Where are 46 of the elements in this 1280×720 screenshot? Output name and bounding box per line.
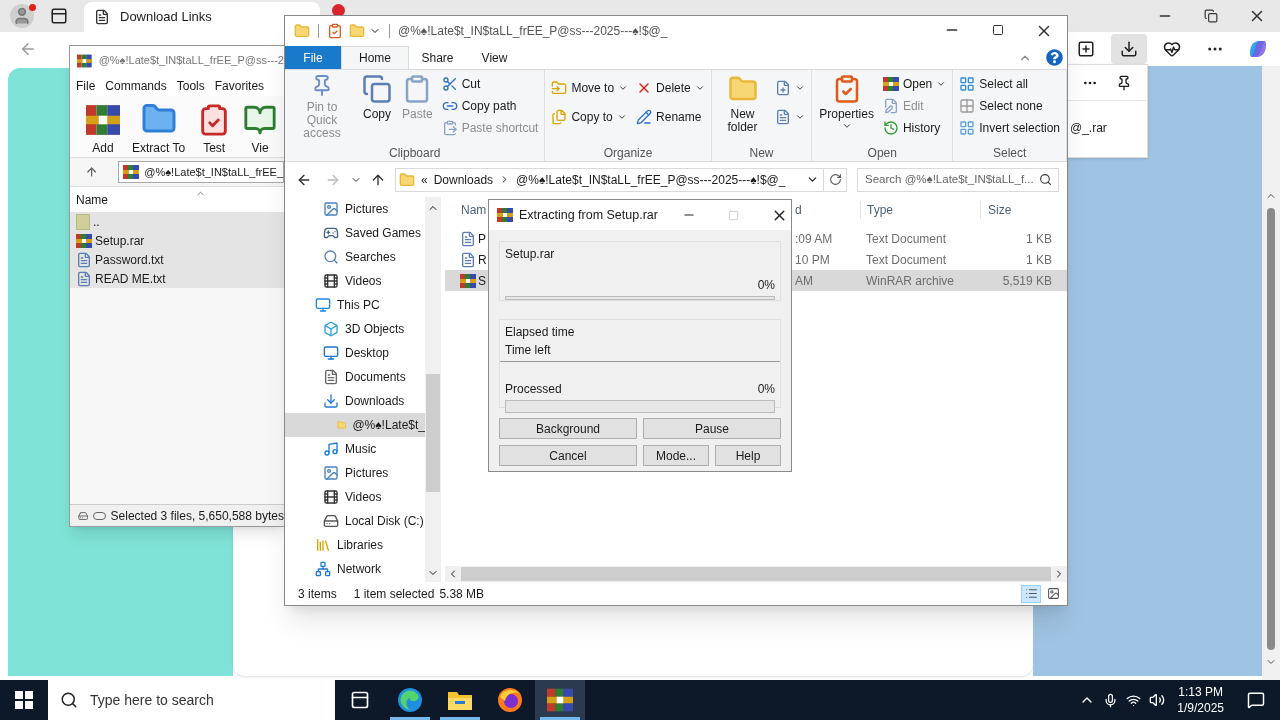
nav-label: Downloads — [345, 393, 405, 410]
percent-text: 0% — [757, 277, 775, 294]
nav-label: 3D Objects — [345, 321, 405, 338]
size-cell-text: 5,519 KB — [1001, 272, 1053, 290]
date-cell-text: AM — [794, 272, 814, 290]
type-cell-text: Text Document — [865, 251, 948, 269]
type-cell-text: WinRAR archive — [865, 272, 956, 290]
nav-label: Local Disk (C:) — [345, 513, 424, 530]
file-name: P — [478, 230, 486, 248]
date-cell-text: :09 AM — [794, 230, 834, 248]
group-label: Organize — [602, 145, 654, 161]
nav-label: Network — [337, 561, 381, 578]
nav-label: Pictures — [345, 465, 389, 482]
percent-text: 0% — [757, 381, 775, 398]
nav-label: Saved Games — [345, 225, 422, 242]
group-label: New — [748, 145, 775, 161]
status-text: 1 item selected — [353, 585, 435, 603]
status-text: Selected 3 files, 5,650,588 bytes — [110, 507, 284, 525]
status-text: 3 items — [298, 585, 337, 603]
file-name: S — [478, 272, 486, 290]
group-label: Clipboard — [388, 145, 442, 161]
nav-label: Videos — [345, 489, 382, 506]
size-cell-text: 1 KB — [1025, 251, 1053, 269]
nav-label: Videos — [345, 273, 382, 290]
file-name: R — [478, 251, 487, 269]
nav-label: Libraries — [337, 537, 384, 554]
nav-label: Searches — [345, 249, 396, 266]
date-cell-text: 10 PM — [794, 251, 831, 269]
nav-label: @%♠!Late$t_ — [352, 417, 425, 434]
window-title: @%♠!Late$t_IN$taLL_frEE_P@ss---2025---♠!$@_ — [398, 23, 668, 40]
size-cell-text: 1 KB — [1025, 230, 1053, 248]
nav-label: Desktop — [345, 345, 390, 362]
nav-label: Pictures — [345, 201, 389, 218]
elapsed-label: Elapsed time — [505, 324, 576, 341]
nav-label: Documents — [345, 369, 406, 386]
group-label: Open — [866, 145, 898, 161]
processed-label: Processed — [505, 381, 562, 398]
group-label: Select — [991, 145, 1028, 161]
dialog-title: Extracting from Setup.rar — [519, 206, 658, 224]
nav-label: This PC — [337, 297, 380, 314]
file-name: Setup.rar — [505, 246, 556, 263]
time-left-label: Time left — [505, 342, 552, 359]
type-cell-text: Text Document — [865, 230, 948, 248]
status-text: 5.38 MB — [439, 585, 485, 603]
nav-label: Music — [345, 441, 377, 458]
window-title: @%♠!Late$t_IN$taLL_frEE_P@ss---2 — [98, 53, 284, 69]
